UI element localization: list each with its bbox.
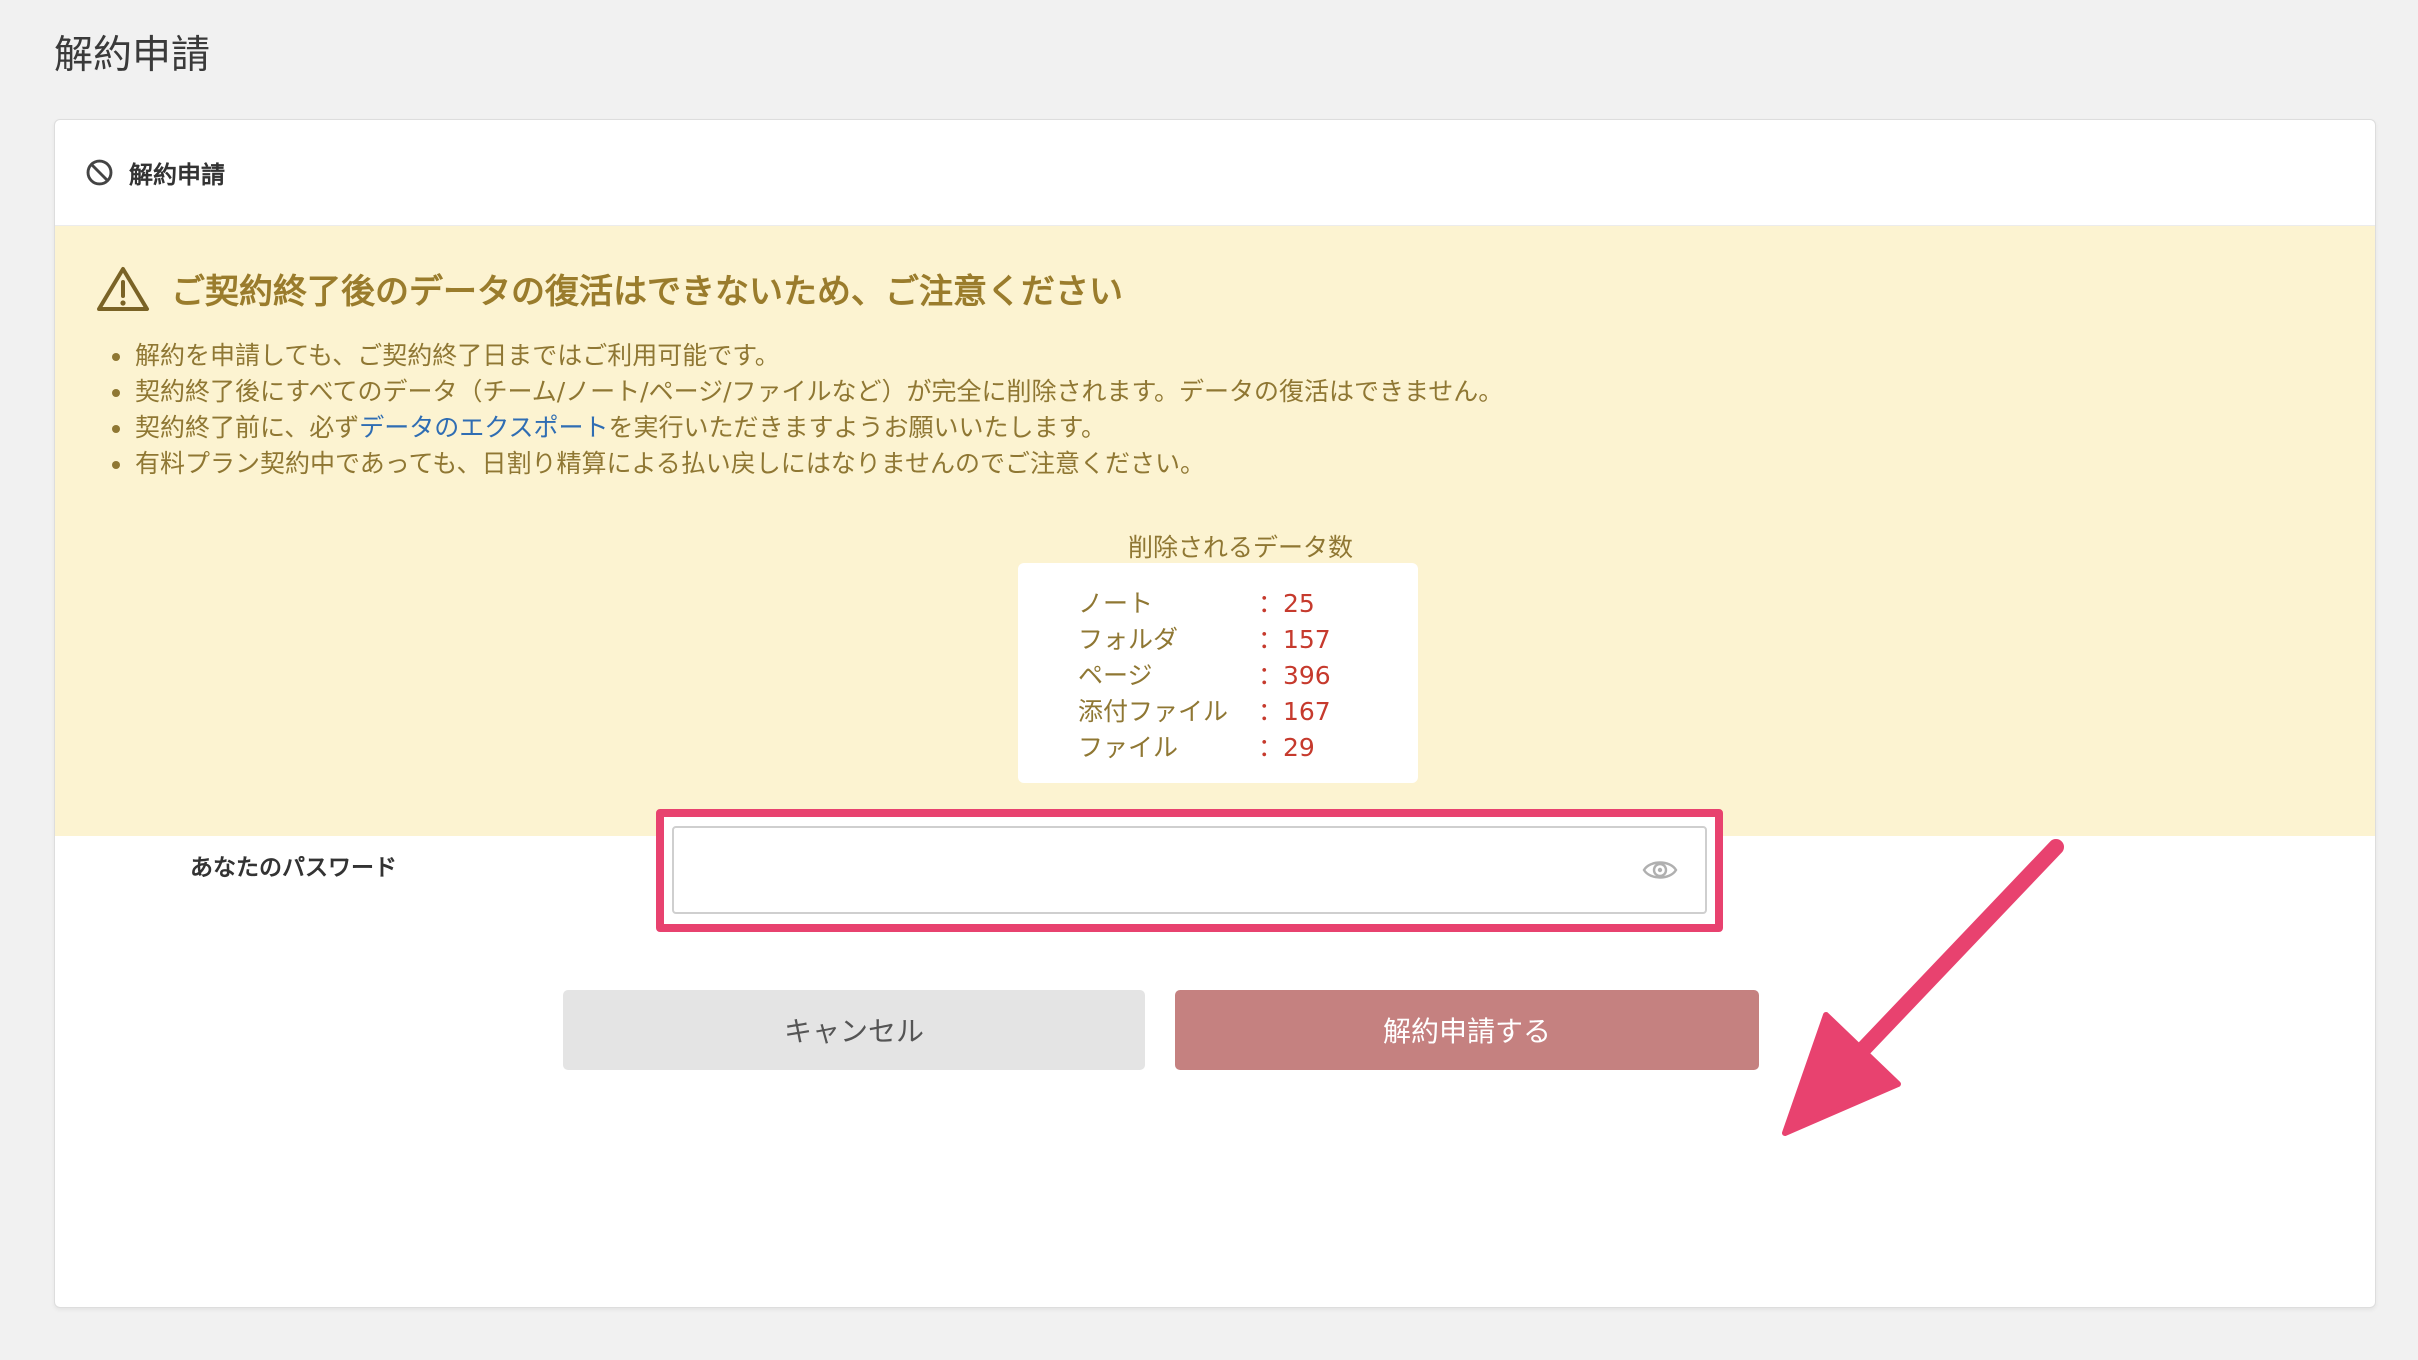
- card-header: 解約申請: [55, 120, 2375, 226]
- warning-notes-list: 解約を申請しても、ご契約終了日まではご利用可能です。 契約終了後にすべてのデータ…: [109, 338, 1503, 482]
- warning-note-export: 契約終了前に、必ずデータのエクスポートを実行いただきますようお願いいたします。: [109, 410, 1503, 446]
- eye-icon[interactable]: [1641, 853, 1679, 887]
- cancel-button[interactable]: キャンセル: [563, 990, 1145, 1070]
- stat-label: 添付ファイル: [1078, 697, 1229, 726]
- export-note-after: を実行いただきますようお願いいたします。: [608, 413, 1107, 442]
- warning-note: 解約を申請しても、ご契約終了日まではご利用可能です。: [109, 338, 1503, 374]
- stat-value: ：396: [1258, 661, 1331, 690]
- password-input[interactable]: [672, 826, 1707, 914]
- warning-title: ご契約終了後のデータの復活はできないため、ご注意ください: [171, 272, 1123, 312]
- card-header-title: 解約申請: [129, 161, 225, 189]
- stat-label: ノート: [1078, 589, 1154, 618]
- page-title: 解約申請: [54, 33, 211, 78]
- warning-note: 契約終了後にすべてのデータ（チーム/ノート/ページ/ファイルなど）が完全に削除さ…: [109, 374, 1503, 410]
- stat-label: フォルダ: [1078, 625, 1179, 654]
- stat-value: ：167: [1258, 697, 1331, 726]
- deleted-data-count-title: 削除されるデータ数: [1128, 533, 1354, 562]
- password-label: あなたのパスワード: [190, 855, 397, 881]
- stat-row-attachments: 添付ファイル ：167: [1078, 694, 1418, 730]
- warning-note: 有料プラン契約中であっても、日割り精算による払い戻しにはなりませんのでご注意くだ…: [109, 446, 1503, 482]
- data-export-link[interactable]: データのエクスポート: [359, 413, 608, 442]
- stat-row-pages: ページ ：396: [1078, 658, 1418, 694]
- deleted-data-count-box: ノート ：25 フォルダ ：157 ページ ：396 添付ファイル ：167 フ…: [1018, 563, 1418, 783]
- stat-row-files: ファイル ：29: [1078, 730, 1418, 766]
- stat-label: ページ: [1078, 661, 1153, 690]
- warning-panel: ご契約終了後のデータの復活はできないため、ご注意ください 解約を申請しても、ご契…: [55, 226, 2375, 836]
- stat-value: ：29: [1258, 733, 1315, 762]
- stat-row-notes: ノート ：25: [1078, 586, 1418, 622]
- cancellation-card: 解約申請 ご契約終了後のデータの復活はできないため、ご注意ください 解約を申請し…: [54, 119, 2376, 1308]
- submit-cancellation-button[interactable]: 解約申請する: [1175, 990, 1759, 1070]
- stat-row-folders: フォルダ ：157: [1078, 622, 1418, 658]
- warning-triangle-icon: [97, 266, 149, 311]
- stat-value: ：157: [1258, 625, 1331, 654]
- stat-value: ：25: [1258, 589, 1315, 618]
- ban-icon: [86, 159, 113, 186]
- warning-heading: ご契約終了後のデータの復活はできないため、ご注意ください: [95, 264, 1123, 313]
- stat-label: ファイル: [1078, 733, 1179, 762]
- export-note-before: 契約終了前に、必ず: [135, 413, 360, 442]
